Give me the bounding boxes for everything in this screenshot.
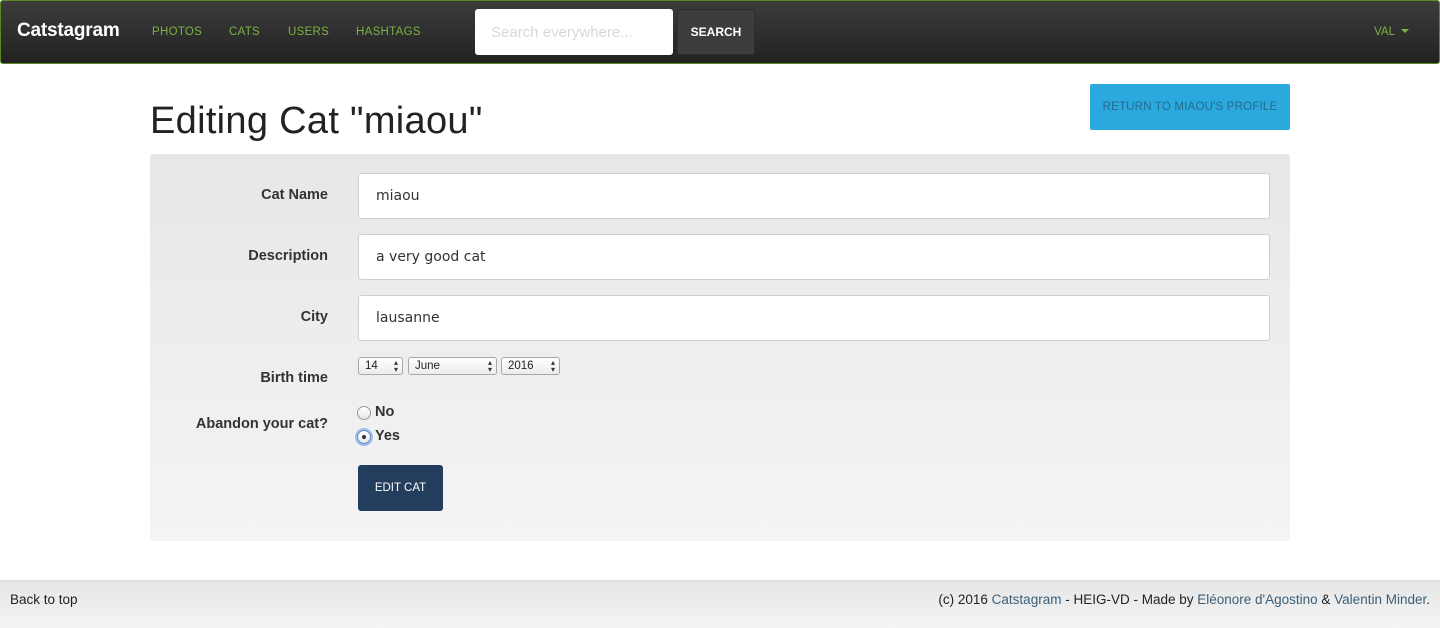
select-arrows-icon: ▴ ▾ bbox=[487, 358, 492, 374]
page-title: Editing Cat "miaou" bbox=[150, 100, 483, 142]
back-to-top-link[interactable]: Back to top bbox=[10, 592, 78, 607]
credits-prefix: (c) 2016 bbox=[938, 592, 992, 607]
return-to-profile-button[interactable]: RETURN TO MIAOU'S PROFILE bbox=[1090, 84, 1290, 130]
description-label: Description bbox=[248, 248, 328, 264]
brand-logo[interactable]: Catstagram bbox=[17, 20, 120, 42]
city-label: City bbox=[300, 309, 328, 325]
radio-yes-label: Yes bbox=[375, 428, 400, 444]
cat-name-input[interactable] bbox=[358, 173, 1270, 219]
birth-year-value: 2016 bbox=[508, 360, 534, 372]
caret-down-icon bbox=[1401, 29, 1409, 33]
credits-author2-link[interactable]: Valentin Minder bbox=[1334, 592, 1426, 607]
radio-no[interactable] bbox=[357, 406, 371, 420]
credits-site-link[interactable]: Catstagram bbox=[992, 592, 1062, 607]
cat-name-label: Cat Name bbox=[261, 187, 328, 203]
birth-year-select[interactable]: 2016 ▴ ▾ bbox=[501, 357, 560, 375]
nav-link-users[interactable]: USERS bbox=[288, 26, 329, 38]
nav-link-hashtags[interactable]: HASHTAGS bbox=[356, 26, 421, 38]
user-menu[interactable]: VAL bbox=[1374, 26, 1409, 38]
birth-month-value: June bbox=[415, 360, 440, 372]
radio-no-label: No bbox=[375, 404, 395, 420]
birth-day-value: 14 bbox=[365, 360, 378, 372]
description-input[interactable] bbox=[358, 234, 1270, 280]
radio-yes[interactable] bbox=[357, 430, 371, 444]
footer-credits: (c) 2016 Catstagram - HEIG-VD - Made by … bbox=[938, 592, 1430, 607]
birth-time-label: Birth time bbox=[260, 370, 328, 386]
birth-month-select[interactable]: June ▴ ▾ bbox=[408, 357, 497, 375]
nav-link-cats[interactable]: CATS bbox=[229, 26, 260, 38]
abandon-label: Abandon your cat? bbox=[195, 416, 328, 432]
credits-author1-link[interactable]: Eléonore d'Agostino bbox=[1197, 592, 1317, 607]
search-button[interactable]: SEARCH bbox=[677, 9, 755, 55]
nav-link-photos[interactable]: PHOTOS bbox=[152, 26, 202, 38]
search-input[interactable] bbox=[475, 9, 673, 55]
select-arrows-icon: ▴ ▾ bbox=[393, 358, 398, 374]
credits-middle: - HEIG-VD - Made by bbox=[1061, 592, 1198, 607]
edit-cat-form: Cat Name Description City Birth time 14 … bbox=[150, 154, 1290, 541]
top-navbar: Catstagram PHOTOS CATS USERS HASHTAGS SE… bbox=[0, 0, 1440, 64]
city-input[interactable] bbox=[358, 295, 1270, 341]
footer: Back to top (c) 2016 Catstagram - HEIG-V… bbox=[0, 580, 1440, 628]
birth-day-select[interactable]: 14 ▴ ▾ bbox=[358, 357, 403, 375]
user-menu-label: VAL bbox=[1374, 26, 1395, 38]
edit-cat-button[interactable]: EDIT CAT bbox=[358, 465, 443, 511]
select-arrows-icon: ▴ ▾ bbox=[550, 358, 555, 374]
credits-separator: & bbox=[1317, 592, 1335, 607]
credits-suffix: . bbox=[1426, 592, 1430, 607]
